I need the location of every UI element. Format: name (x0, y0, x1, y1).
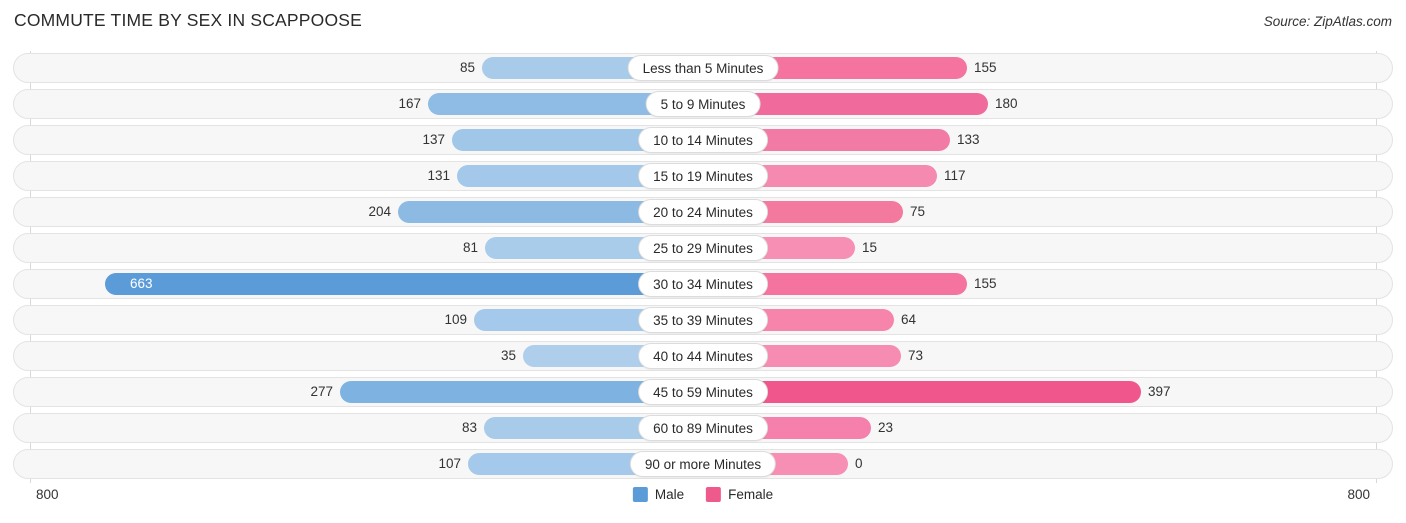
legend-label: Female (728, 487, 774, 502)
value-label-male: 277 (310, 384, 333, 399)
category-label: 40 to 44 Minutes (638, 343, 768, 369)
bar-female[interactable] (716, 381, 1141, 403)
value-label-female: 15 (862, 240, 878, 255)
value-label-female: 155 (974, 60, 997, 75)
axis-tick-right: 800 (1347, 487, 1370, 502)
value-label-female: 155 (974, 276, 997, 291)
legend-item-male[interactable]: Male (632, 487, 685, 502)
chart-row: 204 75 20 to 24 Minutes (13, 197, 1393, 227)
category-label: 90 or more Minutes (629, 451, 777, 477)
legend-swatch-icon (632, 487, 648, 502)
category-label: 30 to 34 Minutes (638, 271, 768, 297)
chart-row: 83 23 60 to 89 Minutes (13, 413, 1393, 443)
chart-row: 107 0 90 or more Minutes (13, 449, 1393, 479)
value-label-male: 663 (130, 276, 153, 291)
value-label-male: 107 (438, 456, 461, 471)
chart-row: 277 397 45 to 59 Minutes (13, 377, 1393, 407)
chart-container: COMMUTE TIME BY SEX IN SCAPPOOSE Source:… (0, 0, 1406, 523)
value-label-female: 397 (1148, 384, 1171, 399)
value-label-female: 0 (855, 456, 863, 471)
value-label-female: 73 (908, 348, 924, 363)
value-label-male: 81 (462, 240, 478, 255)
value-label-male: 109 (444, 312, 467, 327)
category-label: 35 to 39 Minutes (638, 307, 768, 333)
chart-row: 137 133 10 to 14 Minutes (13, 125, 1393, 155)
value-label-male: 131 (427, 168, 450, 183)
value-label-female: 180 (995, 96, 1018, 111)
plot-area: 85 155 Less than 5 Minutes 167 180 5 to 9 Min… (0, 51, 1406, 483)
axis-tick-left: 800 (36, 487, 59, 502)
value-label-female: 117 (944, 168, 966, 183)
chart-row: 85 155 Less than 5 Minutes (13, 53, 1393, 83)
category-label: 5 to 9 Minutes (645, 91, 761, 117)
value-label-male: 35 (500, 348, 516, 363)
category-label: 45 to 59 Minutes (638, 379, 768, 405)
value-label-female: 75 (910, 204, 926, 219)
value-label-male: 85 (459, 60, 475, 75)
bar-male[interactable] (105, 273, 690, 295)
legend-label: Male (654, 487, 685, 502)
value-label-male: 137 (422, 132, 445, 147)
category-label: 10 to 14 Minutes (638, 127, 768, 153)
legend-swatch-icon (706, 487, 722, 502)
legend-item-female[interactable]: Female (706, 487, 773, 502)
chart-row: 81 15 25 to 29 Minutes (13, 233, 1393, 263)
chart-row: 663 155 30 to 34 Minutes (13, 269, 1393, 299)
chart-row: 167 180 5 to 9 Minutes (13, 89, 1393, 119)
category-label: 60 to 89 Minutes (638, 415, 768, 441)
chart-row: 131 117 15 to 19 Minutes (13, 161, 1393, 191)
category-label: Less than 5 Minutes (627, 55, 779, 81)
chart-legend: Male Female (632, 487, 773, 502)
value-label-female: 133 (957, 132, 980, 147)
value-label-male: 83 (461, 420, 477, 435)
category-label: 15 to 19 Minutes (638, 163, 768, 189)
value-label-male: 204 (368, 204, 391, 219)
category-label: 20 to 24 Minutes (638, 199, 768, 225)
value-label-female: 64 (901, 312, 917, 327)
category-label: 25 to 29 Minutes (638, 235, 768, 261)
page-title: COMMUTE TIME BY SEX IN SCAPPOOSE (14, 10, 363, 30)
chart-footer: 800 800 Male Female (0, 487, 1406, 519)
source-attribution: Source: ZipAtlas.com (1263, 14, 1392, 29)
value-label-female: 23 (878, 420, 894, 435)
value-label-male: 167 (398, 96, 421, 111)
chart-row: 35 73 40 to 44 Minutes (13, 341, 1393, 371)
chart-row: 109 64 35 to 39 Minutes (13, 305, 1393, 335)
